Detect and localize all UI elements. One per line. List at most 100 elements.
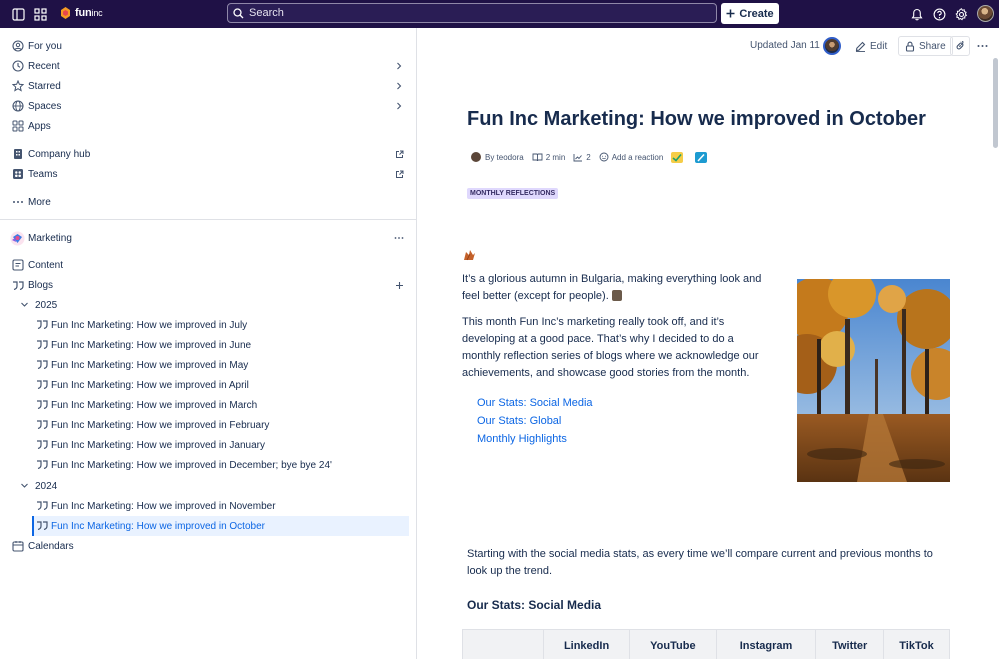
logo-text: funinc (75, 7, 103, 19)
page-owner-avatar[interactable] (823, 37, 841, 55)
blog-post-item[interactable]: Fun Inc Marketing: How we improved in Ja… (0, 435, 416, 455)
external-link-icon[interactable] (394, 169, 404, 179)
table-header-cell: Twitter (815, 629, 884, 659)
author-name[interactable]: By teodora (485, 153, 524, 162)
edit-label: Edit (870, 40, 888, 52)
author-avatar-icon[interactable] (471, 152, 481, 162)
sidebar-item-blogs[interactable]: Blogs (0, 275, 416, 295)
updated-date: Updated Jan 11 (750, 40, 820, 51)
add-reaction-icon (599, 152, 609, 162)
sidebar-item-calendars[interactable]: Calendars (0, 536, 416, 556)
autumn-leaf-icon (464, 250, 475, 261)
chevron-right-icon[interactable] (394, 61, 404, 71)
blog-post-item[interactable]: Fun Inc Marketing: How we improved in Ju… (0, 315, 416, 335)
lock-icon (905, 41, 915, 52)
add-reaction-link[interactable]: Add a reaction (612, 153, 664, 162)
blog-post-item[interactable]: Fun Inc Marketing: How we improved in Ap… (0, 375, 416, 395)
quote-icon (36, 500, 48, 512)
building-icon (12, 148, 24, 160)
blog-post-title: Fun Inc Marketing: How we improved in De… (51, 460, 332, 471)
chevron-right-icon[interactable] (394, 101, 404, 111)
sidebar-item-teams[interactable]: Teams (0, 164, 416, 184)
category-badge[interactable]: MONTHLY REFLECTIONS (467, 188, 559, 199)
more-icon (12, 196, 24, 208)
share-button[interactable]: Share (898, 36, 953, 56)
chevron-down-icon (20, 481, 30, 491)
byline: By teodora 2 min 2 Add a reaction (471, 150, 708, 164)
year-group-2025[interactable]: 2025 (0, 295, 416, 315)
notifications-bell-icon[interactable] (909, 6, 925, 22)
blog-post-title: Fun Inc Marketing: How we improved in Ap… (51, 380, 249, 391)
external-link-icon[interactable] (394, 149, 404, 159)
table-header-cell: LinkedIn (542, 629, 631, 659)
create-button-label: Create (739, 7, 774, 20)
table-header-cell: Instagram (715, 629, 817, 659)
space-header-marketing[interactable]: Marketing (0, 228, 416, 248)
search-input[interactable] (249, 7, 689, 19)
stats-intro-paragraph: Starting with the social media stats, as… (467, 548, 933, 577)
sidebar-item-company-hub[interactable]: Company hub (0, 144, 416, 164)
sidebar-divider (0, 219, 416, 220)
quote-icon (36, 339, 48, 351)
sidebar-item-starred[interactable]: Starred (0, 76, 416, 96)
blog-post-title: Fun Inc Marketing: How we improved in Ma… (51, 400, 258, 411)
quote-icon (36, 439, 48, 451)
sidebar-item-for-you[interactable]: For you (0, 36, 416, 56)
toc-link-social-media[interactable]: Our Stats: Social Media (477, 397, 593, 409)
top-navigation-bar: funinc Create (0, 0, 999, 28)
table-header-row: LinkedIn YouTube Instagram Twitter TikTo… (462, 629, 951, 659)
intro-paragraph: It’s a glorious autumn in Bulgaria, maki… (462, 273, 762, 302)
table-header-cell (462, 629, 544, 659)
add-blog-plus-icon[interactable] (394, 280, 404, 290)
reaction-edit-icon[interactable] (695, 151, 708, 163)
year-group-2024[interactable]: 2024 (0, 476, 416, 496)
blog-post-item[interactable]: Fun Inc Marketing: How we improved in No… (0, 496, 416, 516)
reaction-badge-icon[interactable] (671, 151, 684, 163)
quote-icon (36, 399, 48, 411)
search-bar[interactable] (227, 3, 717, 23)
blog-post-item[interactable]: Fun Inc Marketing: How we improved in Ju… (0, 335, 416, 355)
user-avatar[interactable] (977, 5, 994, 22)
blog-post-title: Fun Inc Marketing: How we improved in Ma… (51, 360, 249, 371)
table-header-cell: TikTok (882, 629, 951, 659)
sidebar-item-more[interactable]: More (0, 192, 416, 212)
sidebar-item-apps[interactable]: Apps (0, 116, 416, 136)
blog-post-item[interactable]: Fun Inc Marketing: How we improved in De… (0, 455, 416, 475)
quote-icon (36, 520, 48, 532)
chevron-right-icon[interactable] (394, 81, 404, 91)
plus-icon (726, 9, 735, 18)
quote-icon (36, 419, 48, 431)
section-heading-social-media: Our Stats: Social Media (467, 598, 602, 612)
space-more-icon[interactable] (394, 233, 404, 243)
edit-button[interactable]: Edit (855, 36, 887, 56)
create-button[interactable]: Create (721, 3, 779, 24)
social-media-stats-table: LinkedIn YouTube Instagram Twitter TikTo… (462, 629, 951, 659)
toc-link-highlights[interactable]: Monthly Highlights (477, 433, 567, 445)
blog-post-item[interactable]: Fun Inc Marketing: How we improved in Oc… (32, 516, 409, 536)
blog-post-item[interactable]: Fun Inc Marketing: How we improved in Ma… (0, 355, 416, 375)
sidebar-item-spaces[interactable]: Spaces (0, 96, 416, 116)
help-icon[interactable] (931, 6, 947, 22)
toc-link-global[interactable]: Our Stats: Global (477, 415, 561, 427)
space-avatar-icon (10, 231, 25, 246)
copy-link-button[interactable] (950, 36, 970, 56)
blog-post-title: Fun Inc Marketing: How we improved in Ju… (51, 320, 248, 331)
sidebar-item-content[interactable]: Content (0, 255, 416, 275)
blog-post-item[interactable]: Fun Inc Marketing: How we improved in Ma… (0, 395, 416, 415)
body-paragraph: This month Fun Inc’s marketing really to… (462, 316, 759, 379)
sidebar-item-recent[interactable]: Recent (0, 56, 416, 76)
settings-gear-icon[interactable] (953, 6, 969, 22)
star-icon (12, 80, 24, 92)
more-actions-icon[interactable] (977, 36, 988, 56)
autumn-forest-image (797, 279, 950, 482)
blog-post-title: Fun Inc Marketing: How we improved in Fe… (51, 420, 270, 431)
company-logo[interactable]: funinc (59, 6, 103, 20)
clock-icon (12, 60, 24, 72)
scrollbar[interactable] (993, 58, 998, 148)
read-time: 2 min (545, 152, 566, 162)
table-header-cell: YouTube (629, 629, 717, 659)
view-count[interactable]: 2 (586, 153, 590, 162)
app-switcher-icon[interactable] (32, 6, 48, 22)
blog-post-item[interactable]: Fun Inc Marketing: How we improved in Fe… (0, 415, 416, 435)
sidebar-toggle-icon[interactable] (10, 6, 26, 22)
